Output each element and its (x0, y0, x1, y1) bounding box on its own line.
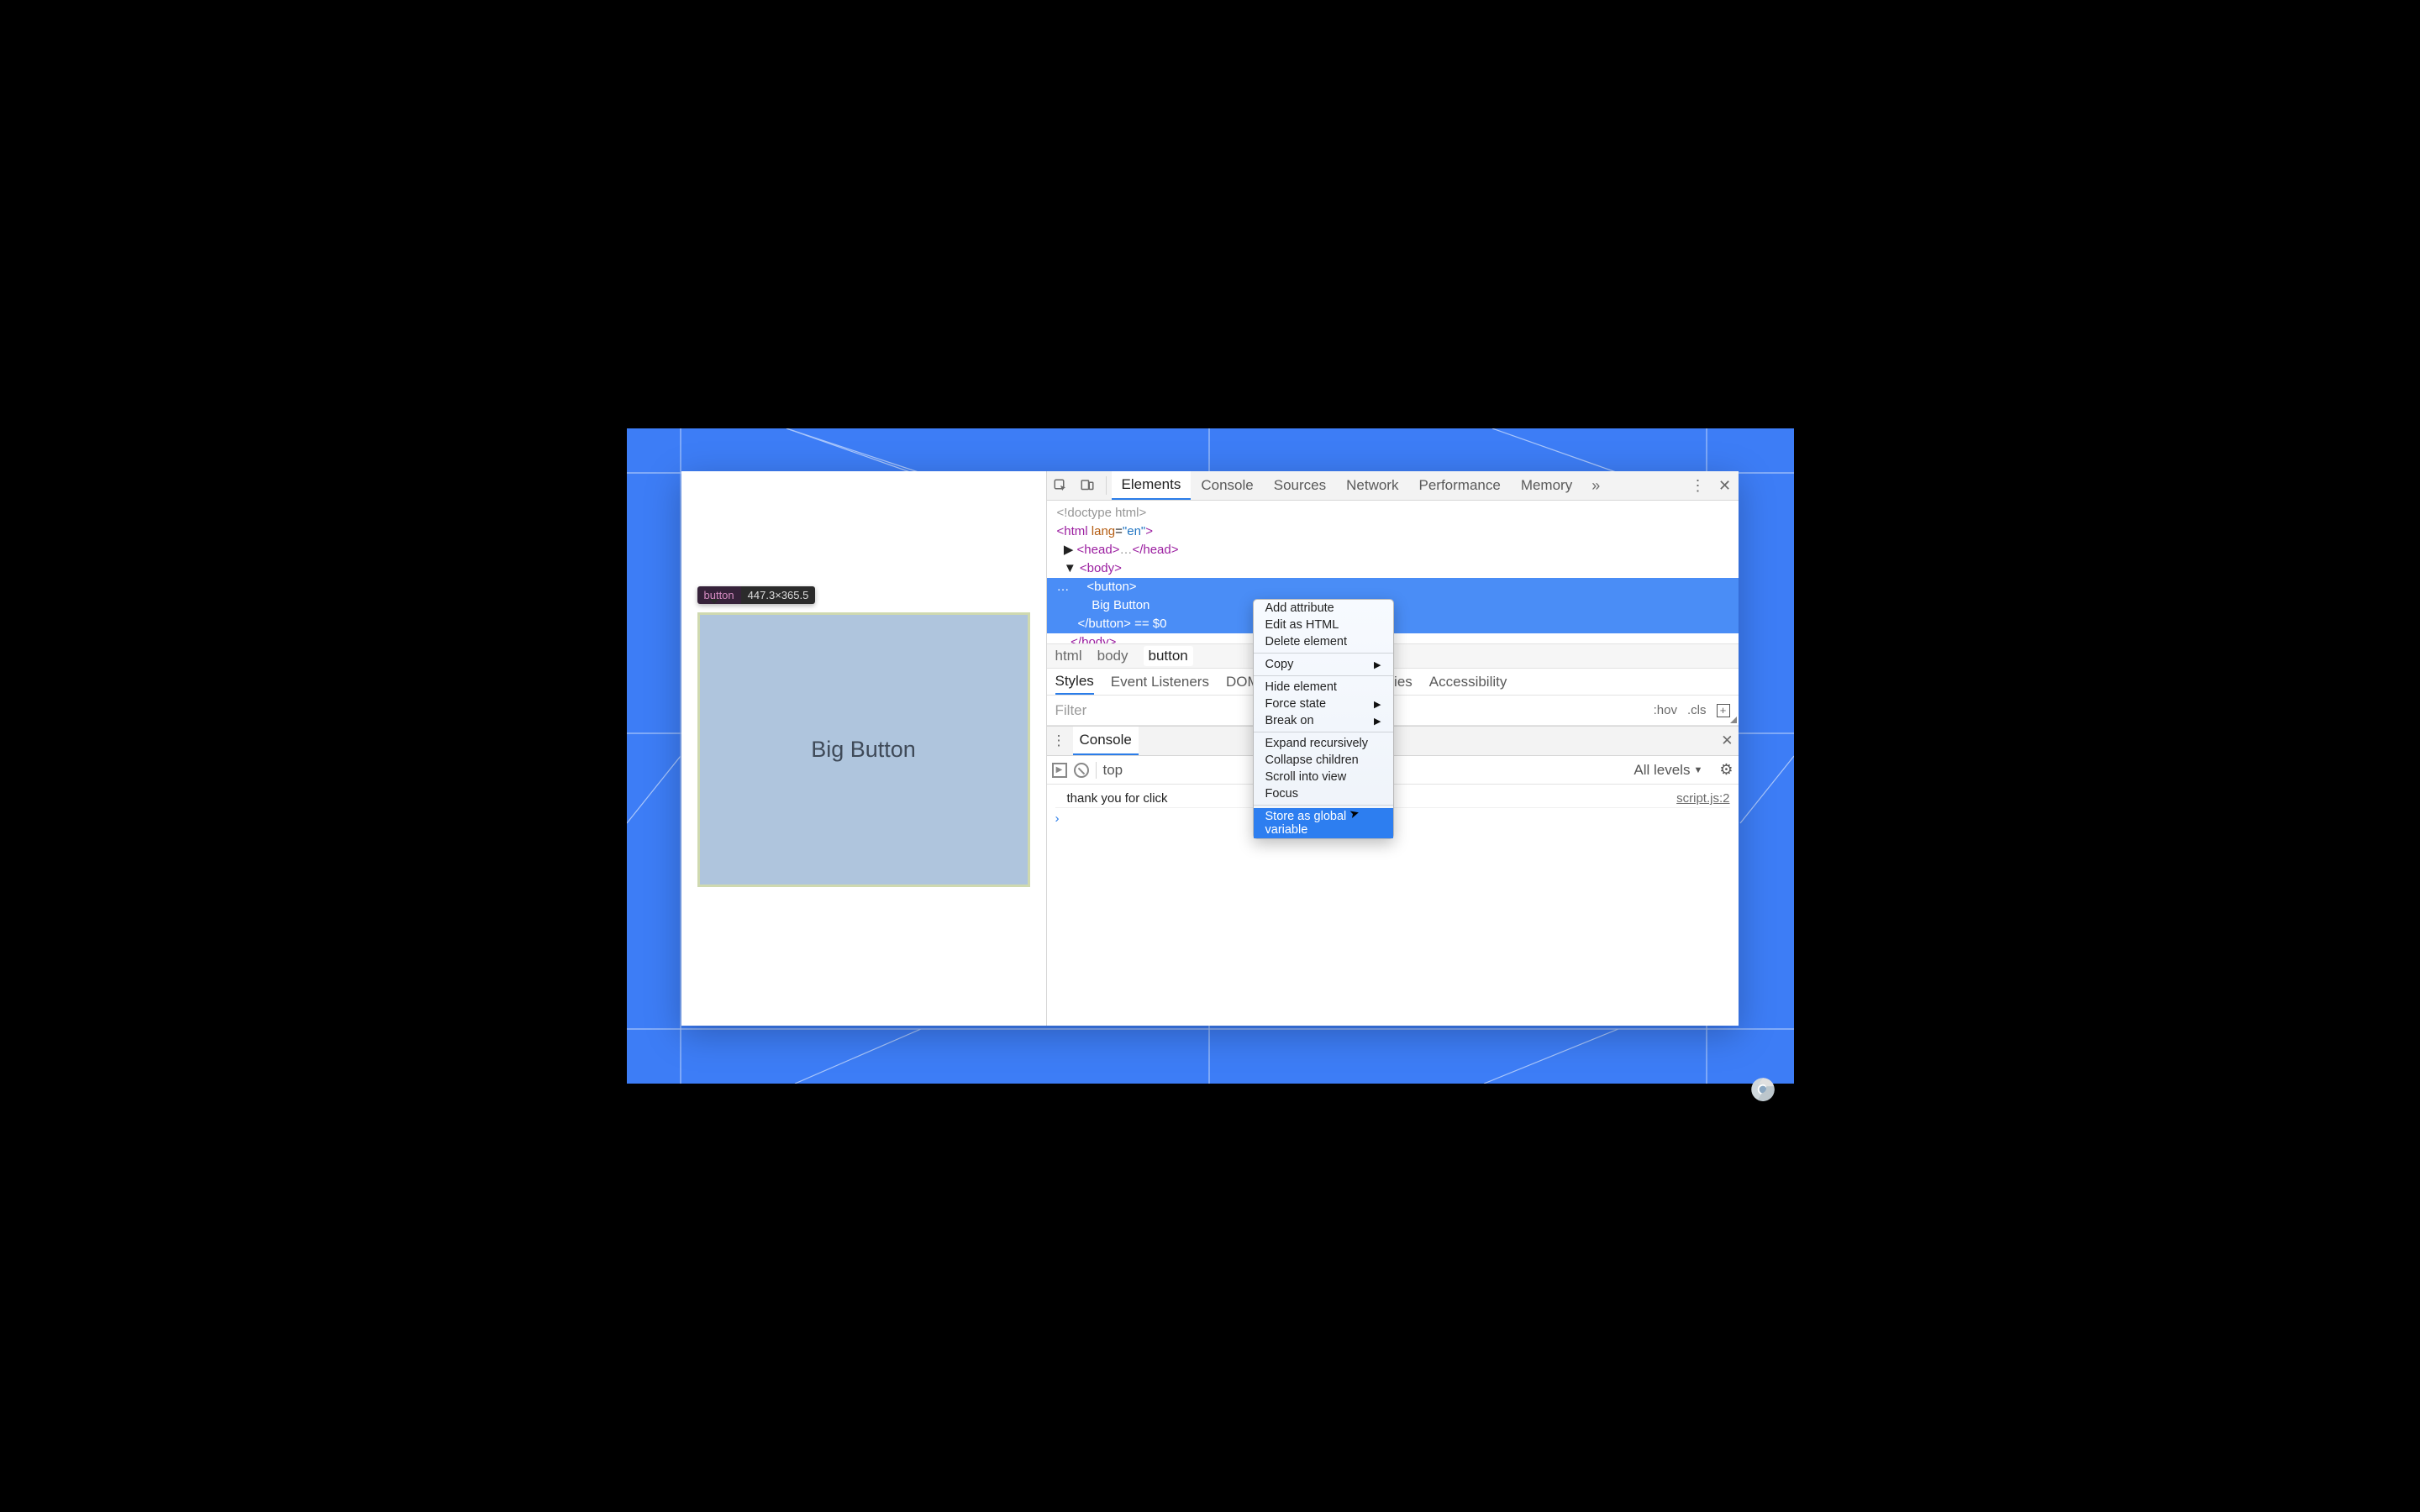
close-drawer-icon[interactable]: ✕ (1721, 732, 1733, 749)
devtools-tabbar: Elements Console Sources Network Perform… (1047, 471, 1739, 501)
ctx-store-as-global[interactable]: Store as global variable (1254, 808, 1393, 838)
tab-performance[interactable]: Performance (1408, 471, 1510, 500)
ctx-expand-recursively[interactable]: Expand recursively (1254, 735, 1393, 752)
big-button-label: Big Button (811, 737, 916, 763)
crumb-html[interactable]: html (1055, 648, 1082, 664)
clear-console-icon[interactable] (1074, 763, 1089, 778)
ctx-focus[interactable]: Focus (1254, 785, 1393, 802)
inspect-icon[interactable] (1047, 471, 1074, 500)
tooltip-tag: button (697, 586, 741, 604)
tab-elements[interactable]: Elements (1112, 471, 1192, 500)
ctx-delete-element[interactable]: Delete element (1254, 633, 1393, 650)
dom-body[interactable]: ▼ <body> (1047, 559, 1739, 578)
device-toggle-icon[interactable] (1074, 471, 1101, 500)
element-tooltip: button 447.3×365.5 (697, 586, 816, 604)
console-log-source[interactable]: script.js:2 (1676, 791, 1729, 806)
context-menu: Add attribute Edit as HTML Delete elemen… (1253, 599, 1394, 839)
context-selector[interactable]: top (1103, 762, 1123, 779)
kebab-icon[interactable]: ⋮ (1685, 471, 1712, 500)
tab-network[interactable]: Network (1336, 471, 1408, 500)
tabs-overflow-icon[interactable]: » (1582, 471, 1609, 500)
dom-doctype: <!doctype html> (1057, 506, 1147, 520)
dom-head[interactable]: ▶ <head>…</head> (1047, 541, 1739, 559)
window: button 447.3×365.5 Big Button (681, 471, 1739, 1026)
ctx-break-on[interactable]: Break on▶ (1254, 712, 1393, 729)
chrome-logo-icon (1750, 1077, 1776, 1102)
tooltip-dims: 447.3×365.5 (741, 586, 816, 604)
ctx-copy[interactable]: Copy▶ (1254, 656, 1393, 673)
ctx-force-state[interactable]: Force state▶ (1254, 696, 1393, 712)
ctx-scroll-into-view[interactable]: Scroll into view (1254, 769, 1393, 785)
console-log-msg: thank you for click (1055, 791, 1168, 806)
execution-context-icon[interactable]: ▶ (1052, 763, 1067, 778)
console-settings-icon[interactable]: ⚙ (1719, 761, 1733, 779)
crumb-button[interactable]: button (1144, 646, 1193, 666)
subtab-event-listeners[interactable]: Event Listeners (1111, 674, 1209, 690)
subtab-accessibility[interactable]: Accessibility (1429, 674, 1507, 690)
new-style-rule-icon[interactable]: + (1717, 704, 1730, 717)
drawer-tab-console[interactable]: Console (1073, 727, 1139, 755)
big-button[interactable]: Big Button (697, 612, 1030, 887)
dom-html[interactable]: <html lang="en"> (1047, 522, 1739, 541)
resize-handle-icon[interactable] (1730, 717, 1737, 723)
ctx-add-attribute[interactable]: Add attribute (1254, 600, 1393, 617)
page-viewport: button 447.3×365.5 Big Button (681, 471, 1046, 1026)
subtab-styles[interactable]: Styles (1055, 669, 1094, 695)
drawer-kebab-icon[interactable]: ⋮ (1052, 732, 1066, 749)
close-devtools-icon[interactable]: ✕ (1712, 471, 1739, 500)
tab-sources[interactable]: Sources (1264, 471, 1336, 500)
ctx-collapse-children[interactable]: Collapse children (1254, 752, 1393, 769)
log-levels-selector[interactable]: All levels ▼ (1634, 762, 1702, 779)
ctx-hide-element[interactable]: Hide element (1254, 679, 1393, 696)
cls-toggle[interactable]: .cls (1687, 703, 1707, 717)
hov-toggle[interactable]: :hov (1654, 703, 1677, 717)
ctx-edit-as-html[interactable]: Edit as HTML (1254, 617, 1393, 633)
tab-memory[interactable]: Memory (1511, 471, 1582, 500)
tab-console[interactable]: Console (1191, 471, 1263, 500)
crumb-body[interactable]: body (1097, 648, 1128, 664)
